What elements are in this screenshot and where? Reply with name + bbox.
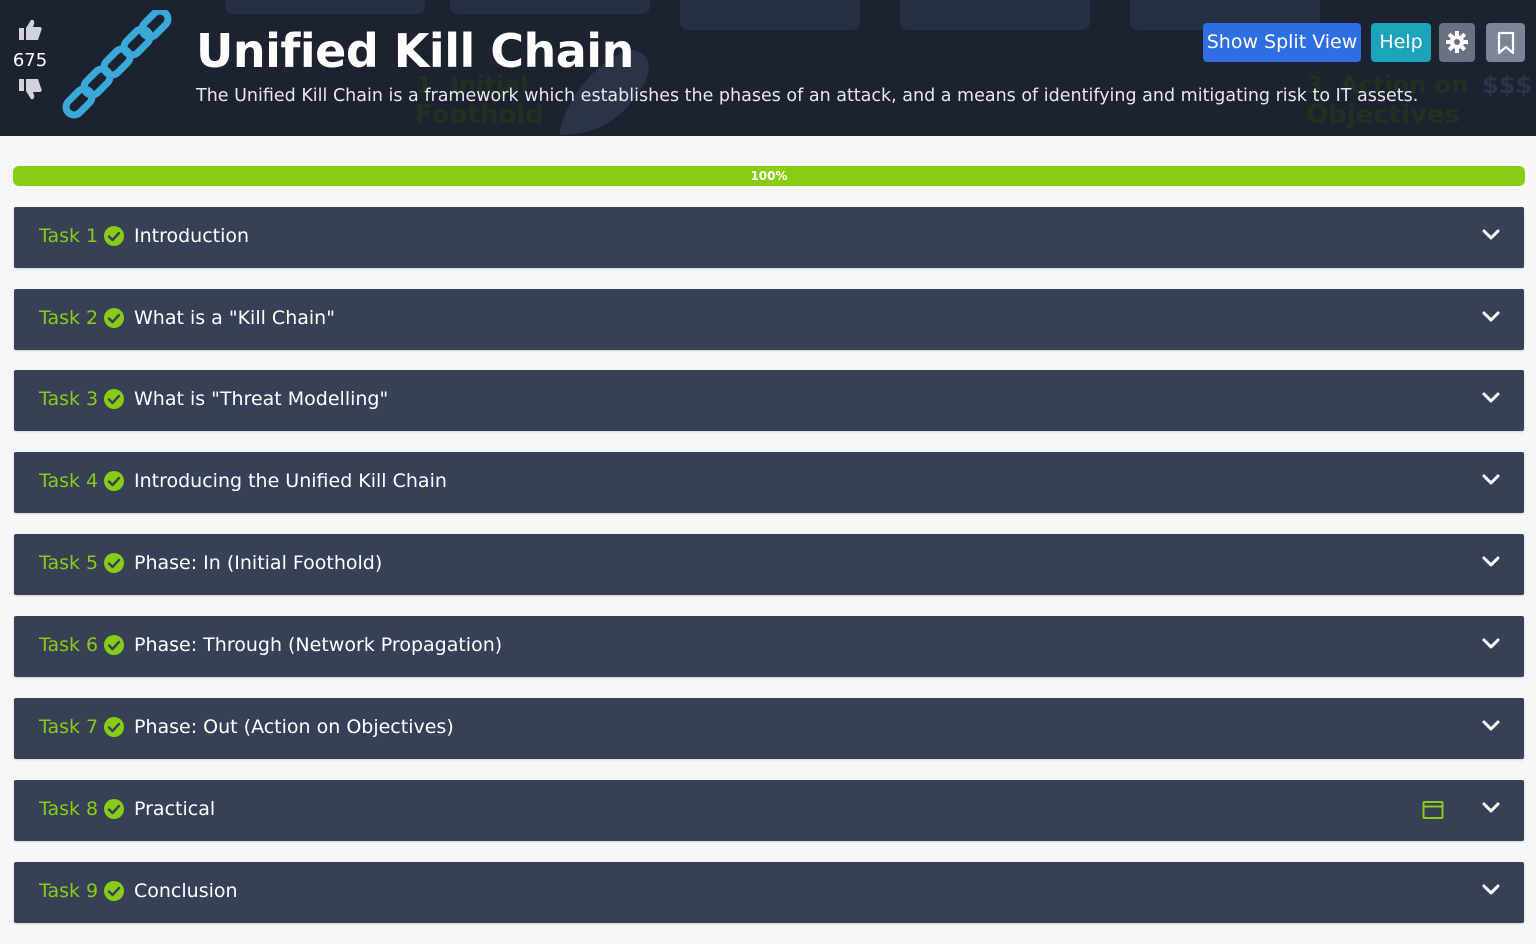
task-accordion-7[interactable]: Task 7 Phase: Out (Action on Objectives) xyxy=(14,698,1524,759)
gear-icon xyxy=(1446,31,1468,53)
chevron-down-icon[interactable] xyxy=(1482,802,1500,814)
thumbs-up-icon[interactable] xyxy=(17,18,43,42)
vote-count: 675 xyxy=(12,50,48,71)
task-accordion-2[interactable]: Task 2 What is a "Kill Chain" xyxy=(14,289,1524,350)
check-circle-icon xyxy=(104,389,124,409)
task-list: Task 1 Introduction Task 2 What is a "Ki… xyxy=(14,207,1524,944)
task-accordion-6[interactable]: Task 6 Phase: Through (Network Propagati… xyxy=(14,616,1524,677)
room-progress-bar: 100% xyxy=(13,166,1525,186)
task-accordion-3[interactable]: Task 3 What is "Threat Modelling" xyxy=(14,370,1524,431)
task-number: Task 6 xyxy=(39,634,99,656)
banner-decoration xyxy=(225,0,425,14)
check-circle-icon xyxy=(104,308,124,328)
task-title: Introduction xyxy=(134,225,250,247)
task-accordion-5[interactable]: Task 5 Phase: In (Initial Foothold) xyxy=(14,534,1524,595)
banner-decoration xyxy=(900,0,1090,30)
task-accordion-1[interactable]: Task 1 Introduction xyxy=(14,207,1524,268)
chevron-down-icon[interactable] xyxy=(1482,638,1500,650)
check-circle-icon xyxy=(104,799,124,819)
task-number: Task 9 xyxy=(39,880,99,902)
task-title: Conclusion xyxy=(134,880,238,902)
check-circle-icon xyxy=(104,226,124,246)
room-description: The Unified Kill Chain is a framework wh… xyxy=(196,86,1419,106)
task-number: Task 8 xyxy=(39,798,99,820)
room-header: 1. Initial Foothold 3. Action on Objecti… xyxy=(0,0,1536,136)
bookmark-button[interactable] xyxy=(1486,23,1525,62)
banner-label: $$$ xyxy=(1482,71,1533,99)
show-split-view-button[interactable]: Show Split View xyxy=(1203,23,1361,62)
task-title: Introducing the Unified Kill Chain xyxy=(134,470,447,492)
progress-label: 100% xyxy=(750,169,788,183)
chevron-down-icon[interactable] xyxy=(1482,720,1500,732)
banner-decoration xyxy=(450,0,650,14)
task-title: What is "Threat Modelling" xyxy=(134,388,389,410)
chevron-down-icon[interactable] xyxy=(1482,884,1500,896)
task-number: Task 3 xyxy=(39,388,99,410)
chevron-down-icon[interactable] xyxy=(1482,229,1500,241)
banner-decoration xyxy=(680,0,860,30)
check-circle-icon xyxy=(104,717,124,737)
task-accordion-8[interactable]: Task 8 Practical xyxy=(14,780,1524,841)
chevron-down-icon[interactable] xyxy=(1482,556,1500,568)
check-circle-icon xyxy=(104,881,124,901)
bookmark-icon xyxy=(1497,31,1514,55)
task-accordion-4[interactable]: Task 4 Introducing the Unified Kill Chai… xyxy=(14,452,1524,513)
task-title: Phase: Out (Action on Objectives) xyxy=(134,716,454,738)
static-site-browser-icon[interactable] xyxy=(1422,800,1444,820)
task-number: Task 2 xyxy=(39,307,99,329)
settings-button[interactable] xyxy=(1439,23,1475,62)
check-circle-icon xyxy=(104,553,124,573)
task-number: Task 4 xyxy=(39,470,99,492)
chevron-down-icon[interactable] xyxy=(1482,474,1500,486)
chevron-down-icon[interactable] xyxy=(1482,392,1500,404)
thumbs-down-icon[interactable] xyxy=(17,77,43,101)
task-number: Task 5 xyxy=(39,552,99,574)
check-circle-icon xyxy=(104,635,124,655)
help-button[interactable]: Help xyxy=(1371,23,1431,62)
task-title: Phase: In (Initial Foothold) xyxy=(134,552,383,574)
room-logo-chain-icon xyxy=(62,10,172,119)
task-title: Phase: Through (Network Propagation) xyxy=(134,634,503,656)
task-accordion-9[interactable]: Task 9 Conclusion xyxy=(14,862,1524,923)
chevron-down-icon[interactable] xyxy=(1482,311,1500,323)
task-title: Practical xyxy=(134,798,216,820)
task-number: Task 7 xyxy=(39,716,99,738)
room-title: Unified Kill Chain xyxy=(196,24,634,78)
vote-widget: 675 xyxy=(10,18,50,101)
task-title: What is a "Kill Chain" xyxy=(134,307,335,329)
task-number: Task 1 xyxy=(39,225,99,247)
check-circle-icon xyxy=(104,471,124,491)
